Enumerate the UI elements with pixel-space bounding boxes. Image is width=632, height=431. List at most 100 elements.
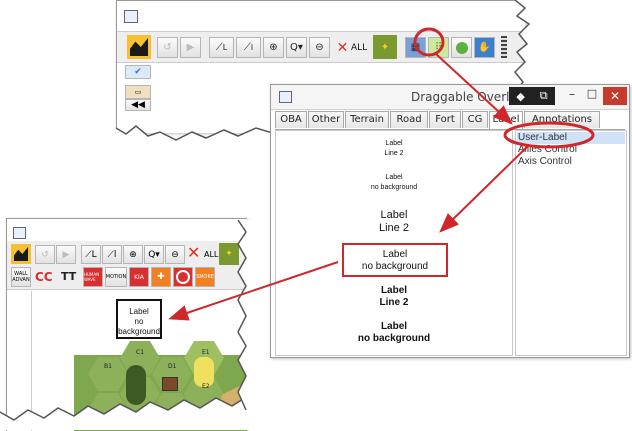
los-line-icon: ⟋L <box>85 249 97 260</box>
tab-cg[interactable]: CG <box>462 111 488 128</box>
torn-edge-right <box>513 0 535 90</box>
zoom-select-button[interactable]: Q▾ <box>144 245 164 264</box>
close-button[interactable]: ✕ <box>603 87 627 105</box>
undo-button[interactable]: ↺ <box>35 245 55 264</box>
zoom-out-button[interactable]: ⊖ <box>309 37 330 58</box>
zoom-in-button[interactable]: ⊕ <box>123 245 143 264</box>
draggable-overlays-button[interactable]: ⠿ <box>428 37 449 58</box>
step-forward-button[interactable]: ▶ <box>180 37 201 58</box>
draggable-overlays-icon: ⠿ <box>434 42 443 53</box>
clear-button[interactable]: ✕ <box>332 37 353 58</box>
map-label-counter[interactable]: Label no background <box>116 299 162 339</box>
kia-button[interactable]: KIA <box>129 267 149 287</box>
clear-x-icon[interactable]: ✕ <box>187 243 200 262</box>
cc-button[interactable]: CC <box>35 270 53 284</box>
smoke-button[interactable]: SMOKE <box>195 267 215 287</box>
los-i-button[interactable]: ⟋l <box>102 245 122 264</box>
wall-advance-label: WALL ADVAN <box>12 271 30 283</box>
tab-annotations[interactable]: Annotations <box>524 111 600 128</box>
undo-icon: ↺ <box>41 249 49 260</box>
zoom-out-button[interactable]: ⊖ <box>165 245 185 264</box>
los-i-button[interactable]: ⟋l <box>236 37 261 58</box>
label-sample-3[interactable]: Label Line 2 <box>276 209 512 235</box>
building <box>162 377 178 391</box>
side-button-2[interactable]: ▭ <box>125 85 151 99</box>
label-sample-1[interactable]: Label Line 2 <box>276 139 512 159</box>
tt-button[interactable]: TT <box>61 270 76 283</box>
hex-label-e2: E2 <box>202 383 210 390</box>
side-button-1[interactable]: ✔ <box>125 65 151 79</box>
los-l-label: L <box>222 43 228 52</box>
overlay-hand-button[interactable]: ✋ <box>474 37 495 58</box>
step-forward-icon: ▶ <box>186 42 195 53</box>
overlay-hand-icon: ✋ <box>478 42 491 53</box>
minimize-button[interactable]: – <box>563 87 581 105</box>
label-sample-2-line2: no background <box>370 184 418 191</box>
orange-counter-button[interactable]: ✚ <box>151 267 171 287</box>
zoom-select-button[interactable]: Q▾ <box>286 37 307 58</box>
list-item-axis-control[interactable]: Axis Control <box>518 156 572 167</box>
label-sample-6[interactable]: Label no background <box>276 321 512 345</box>
label-sample-4-line1: Label <box>382 249 408 260</box>
close-icon: ✕ <box>609 89 621 103</box>
list-item-user-label[interactable]: User-Label <box>518 132 567 143</box>
label-sample-4-highlight[interactable]: Label no background <box>342 243 448 277</box>
hex-label-b1: B1 <box>104 363 112 370</box>
tab-terrain[interactable]: Terrain <box>345 111 389 128</box>
motion-button[interactable]: MOTION <box>105 267 127 287</box>
toolbar: ↺ ▶ ⟋ L ⟋ l ⊕ Q▾ ⊖ ✕ ALL ✦ ▦ ⠿ ✋ <box>117 31 525 63</box>
tab-fort[interactable]: Fort <box>429 111 461 128</box>
list-item-allies-control[interactable]: Allies Control <box>518 144 577 155</box>
label-sample-2[interactable]: Label no background <box>276 173 512 193</box>
check-icon: ✔ <box>134 67 142 77</box>
circle-button[interactable] <box>451 37 472 58</box>
label-sample-5-line2: Line 2 <box>379 297 409 308</box>
zoom-select-icon: Q▾ <box>148 249 160 260</box>
label-sample-6-line2: no background <box>357 333 431 344</box>
undo-button[interactable]: ↺ <box>157 37 178 58</box>
map-splash-icon <box>130 38 148 56</box>
dock-window-icon[interactable]: ⧉ <box>540 89 548 103</box>
label-sample-6-line1: Label <box>380 321 408 332</box>
overlay-map-icon: ▦ <box>410 42 421 53</box>
map-label-line2: no background <box>118 317 160 336</box>
map-label-line1: Label <box>129 307 149 316</box>
app-icon <box>279 91 292 103</box>
zoom-out-icon: ⊖ <box>315 42 324 53</box>
maximize-button[interactable]: □ <box>583 87 601 105</box>
zoom-in-button[interactable]: ⊕ <box>263 37 284 58</box>
tab-label[interactable]: Label <box>489 111 523 129</box>
label-sample-3-line1: Label <box>380 209 408 221</box>
all-label[interactable]: ALL <box>204 250 218 259</box>
map-splash-button[interactable] <box>11 244 31 264</box>
counter-button[interactable]: ✦ <box>373 35 397 59</box>
smoke-label: SMOKE <box>196 274 214 280</box>
los-l-button[interactable]: ⟋L <box>209 37 234 58</box>
human-wave-button[interactable]: HUMAN WAVE <box>83 267 103 287</box>
los-l-button[interactable]: ⟋L <box>81 245 101 264</box>
los-line-icon: ⟋l <box>107 249 117 260</box>
label-sample-5[interactable]: Label Line 2 <box>276 285 512 309</box>
clear-x-icon: ✕ <box>336 39 349 56</box>
los-line-icon: ⟋ <box>243 42 251 53</box>
los-i-label: l <box>250 43 254 52</box>
tab-other[interactable]: Other <box>308 111 344 128</box>
step-forward-icon: ▶ <box>62 249 70 260</box>
step-forward-button[interactable]: ▶ <box>56 245 76 264</box>
tab-road[interactable]: Road <box>390 111 428 128</box>
all-label[interactable]: ALL <box>351 43 367 53</box>
motion-label: MOTION <box>105 274 127 280</box>
dock-buttons: ◆ ⧉ <box>509 87 555 105</box>
overlay-map-button[interactable]: ▦ <box>405 37 426 58</box>
tab-strip: OBA Other Terrain Road Fort CG Label Ann… <box>275 111 625 130</box>
map-splash-button[interactable] <box>127 35 151 59</box>
label-sample-5-line1: Label <box>380 285 408 296</box>
zoom-in-icon: ⊕ <box>129 249 137 260</box>
hex-label-e1: E1 <box>202 349 210 356</box>
overlay-list[interactable]: User-Label Allies Control Axis Control <box>515 130 627 356</box>
red-counter-button[interactable] <box>173 267 193 287</box>
wall-advance-button[interactable]: WALL ADVAN <box>11 267 31 287</box>
los-line-icon: ⟋ <box>215 42 223 53</box>
dock-left-right-icon[interactable]: ◆ <box>516 90 524 103</box>
tab-oba[interactable]: OBA <box>275 111 307 128</box>
